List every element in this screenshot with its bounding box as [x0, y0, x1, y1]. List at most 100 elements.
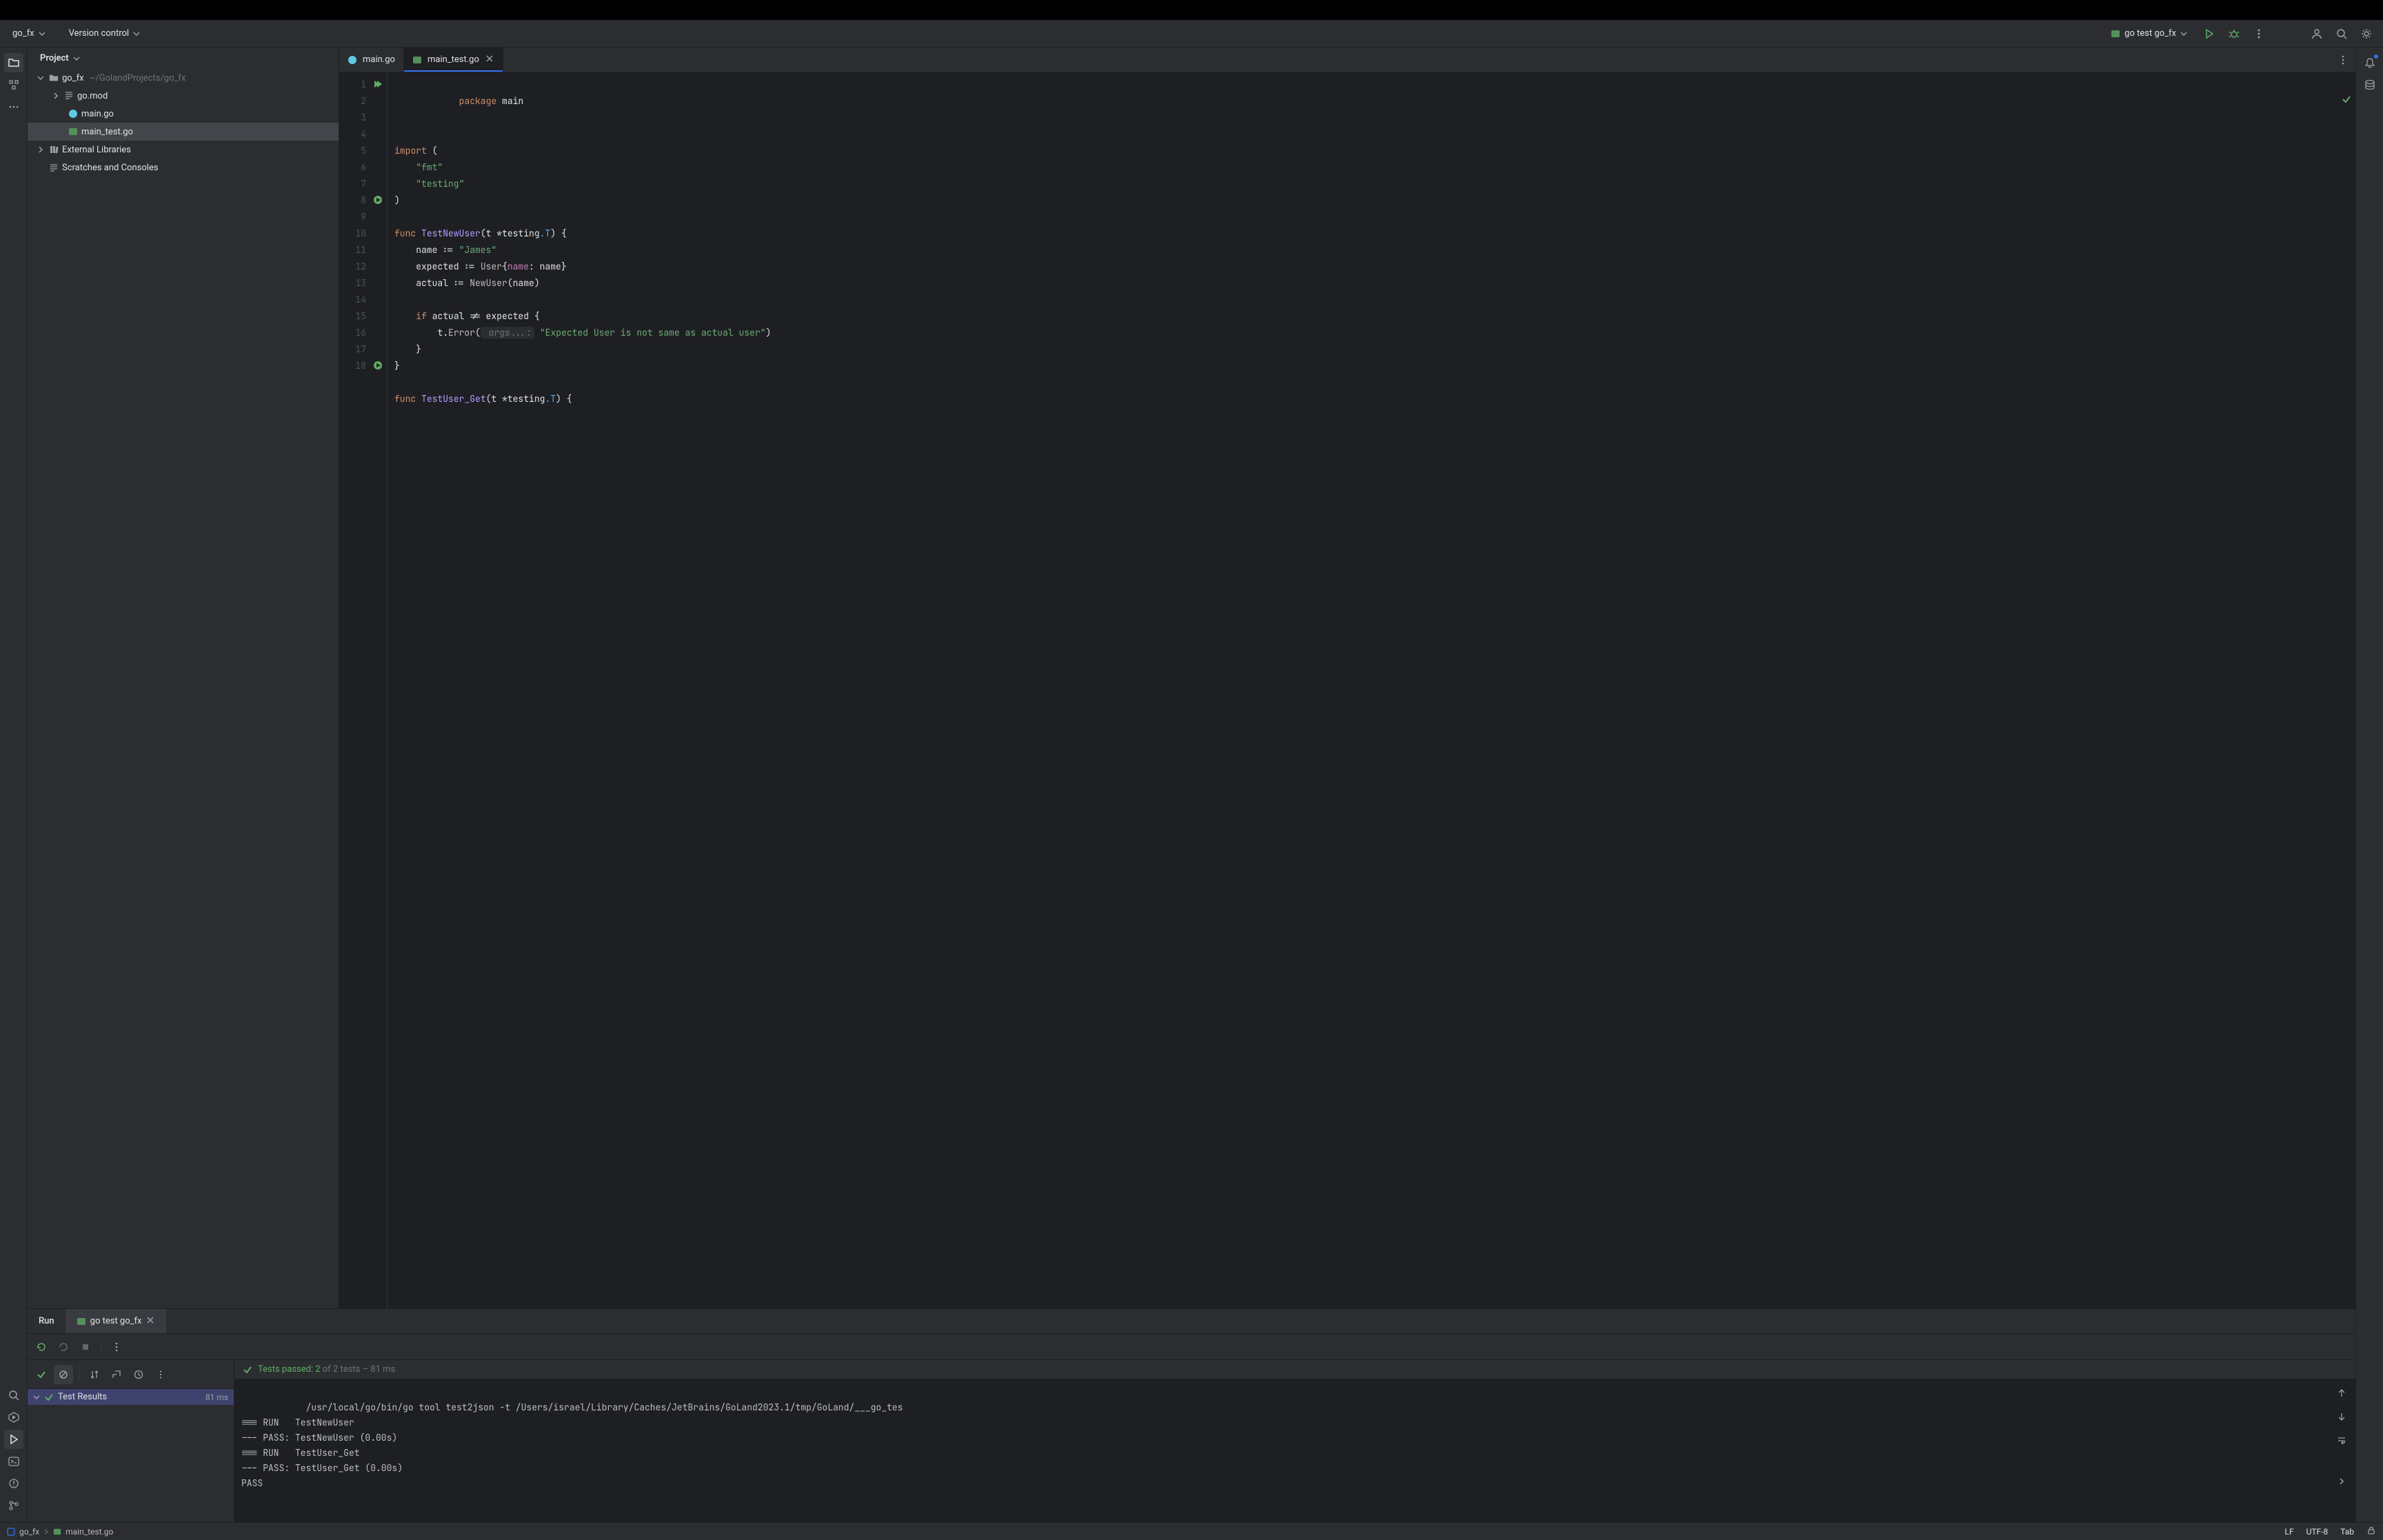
- tab-maintest[interactable]: main_test.go: [404, 48, 503, 72]
- breadcrumb[interactable]: go_fx main_test.go: [7, 1527, 113, 1537]
- code-with-me-button[interactable]: [2307, 24, 2326, 43]
- more-vert-icon: [2253, 28, 2264, 39]
- console-expand-button[interactable]: [2332, 1472, 2351, 1491]
- soft-wrap-button[interactable]: [2332, 1430, 2351, 1450]
- project-tool-button[interactable]: [4, 53, 23, 72]
- search-button[interactable]: [2332, 24, 2351, 43]
- status-right: LF UTF-8 Tab: [2284, 1526, 2376, 1537]
- terminal-tool-button[interactable]: [4, 1452, 23, 1471]
- scroll-down-button[interactable]: [2332, 1407, 2351, 1426]
- notifications-button[interactable]: [2360, 53, 2380, 72]
- rerun-failed-button[interactable]: [54, 1337, 73, 1357]
- run-config-selector[interactable]: go test go_fx: [2104, 26, 2194, 41]
- debug-button[interactable]: [2224, 24, 2244, 43]
- file-icon: [63, 91, 74, 101]
- close-tab-button[interactable]: [145, 1315, 155, 1328]
- run-test-gutter-icon[interactable]: [373, 361, 383, 370]
- run-button[interactable]: [2200, 24, 2219, 43]
- structure-tool-button[interactable]: [4, 75, 23, 94]
- chevron-right-icon: [43, 1529, 49, 1534]
- expand-button[interactable]: [107, 1365, 126, 1384]
- chevron-right-icon: [37, 146, 46, 153]
- line-ending[interactable]: LF: [2284, 1527, 2293, 1537]
- console-output[interactable]: /usr/local/go/bin/go tool test2json -t /…: [234, 1379, 2355, 1522]
- settings-button[interactable]: [2357, 24, 2376, 43]
- editor-area: main.go main_test.go: [339, 48, 2355, 1308]
- main-toolbar: go_fx Version control go test go_fx: [0, 20, 2383, 48]
- inspection-ok-icon[interactable]: [2266, 77, 2351, 126]
- test-time: 81 ms: [205, 1392, 228, 1402]
- test-results-label: Test Results: [58, 1392, 107, 1402]
- go-test-icon: [412, 55, 422, 65]
- run-tool-button[interactable]: [4, 1430, 23, 1449]
- tree-external-libs[interactable]: External Libraries: [28, 141, 339, 159]
- more-vert-icon: [2337, 54, 2349, 65]
- vcs-dropdown[interactable]: Version control: [63, 26, 146, 41]
- editor-viewport[interactable]: 123456789101112131415161718 package main…: [339, 72, 2355, 1308]
- tests-status-bar: Tests passed: 2 of 2 tests – 81 ms: [234, 1360, 2355, 1379]
- tree-item-label: main_test.go: [81, 127, 133, 137]
- test-tree-panel: Test Results 81 ms: [28, 1360, 234, 1522]
- run-toolbar: [28, 1334, 2355, 1360]
- run-config-tab[interactable]: go test go_fx: [66, 1309, 167, 1333]
- problems-tool-button[interactable]: [4, 1474, 23, 1493]
- folder-icon: [48, 73, 59, 83]
- tree-item-gomod[interactable]: go.mod: [28, 87, 339, 105]
- play-icon: [2204, 28, 2215, 39]
- gear-icon: [2361, 28, 2372, 39]
- tab-label: main_test.go: [428, 54, 479, 65]
- terminal-icon: [8, 1456, 19, 1467]
- run-test-gutter-icon[interactable]: [373, 195, 383, 205]
- lock-icon: [2366, 1526, 2376, 1535]
- test-output: Tests passed: 2 of 2 tests – 81 ms /usr/…: [234, 1360, 2355, 1522]
- more-actions-button[interactable]: [2249, 24, 2269, 43]
- play-icon: [8, 1434, 19, 1445]
- scroll-up-button[interactable]: [2332, 1384, 2351, 1403]
- history-button[interactable]: [129, 1365, 148, 1384]
- readonly-toggle[interactable]: [2366, 1526, 2376, 1537]
- check-icon: [37, 1370, 46, 1379]
- tree-item-maintest[interactable]: main_test.go: [28, 123, 339, 141]
- chevron-right-icon: [52, 92, 61, 99]
- database-button[interactable]: [2360, 75, 2380, 94]
- arrow-up-icon: [2337, 1388, 2346, 1398]
- notification-dot: [2374, 54, 2378, 59]
- tree-root[interactable]: go_fx ~/GolandProjects/go_fx: [28, 69, 339, 87]
- show-ignored-button[interactable]: [54, 1365, 73, 1384]
- vcs-tool-button[interactable]: [4, 1496, 23, 1515]
- project-name: go_fx: [12, 28, 34, 39]
- tests-passed-detail: of 2 tests – 81 ms: [321, 1364, 396, 1375]
- stop-icon: [80, 1341, 91, 1352]
- clock-icon: [134, 1370, 143, 1379]
- sort-button[interactable]: [85, 1365, 104, 1384]
- run-all-gutter-icon[interactable]: [373, 79, 383, 89]
- status-bar: go_fx main_test.go LF UTF-8 Tab: [0, 1522, 2383, 1540]
- console-side-tools: [2332, 1384, 2351, 1491]
- project-panel-header[interactable]: Project: [28, 48, 339, 69]
- tab-main[interactable]: main.go: [339, 48, 404, 72]
- tabs-more-button[interactable]: [2333, 50, 2353, 70]
- project-selector[interactable]: go_fx: [7, 26, 51, 41]
- more-tools-button[interactable]: [4, 97, 23, 116]
- code-editor[interactable]: package main import ( "fmt" "testing" ) …: [388, 72, 2355, 1308]
- toolbar-right: go test go_fx: [2104, 24, 2376, 43]
- find-tool-button[interactable]: [4, 1386, 23, 1405]
- encoding[interactable]: UTF-8: [2306, 1527, 2329, 1537]
- stop-button[interactable]: [76, 1337, 95, 1357]
- git-branch-icon: [8, 1500, 19, 1511]
- test-results-row[interactable]: Test Results 81 ms: [28, 1389, 234, 1405]
- tree-item-main[interactable]: main.go: [28, 105, 339, 123]
- search-icon: [2336, 28, 2347, 39]
- rerun-button[interactable]: [32, 1337, 51, 1357]
- tree-scratches[interactable]: Scratches and Consoles: [28, 159, 339, 176]
- run-config-name: go test go_fx: [2124, 28, 2176, 39]
- test-tree: Test Results 81 ms: [28, 1389, 234, 1522]
- close-tab-button[interactable]: [485, 53, 494, 66]
- toolbar-more-button[interactable]: [107, 1337, 126, 1357]
- services-tool-button[interactable]: [4, 1408, 23, 1427]
- test-toolbar-more[interactable]: [151, 1365, 170, 1384]
- check-icon: [243, 1365, 252, 1375]
- library-icon: [48, 145, 59, 154]
- indent[interactable]: Tab: [2340, 1527, 2354, 1537]
- show-passed-button[interactable]: [32, 1365, 51, 1384]
